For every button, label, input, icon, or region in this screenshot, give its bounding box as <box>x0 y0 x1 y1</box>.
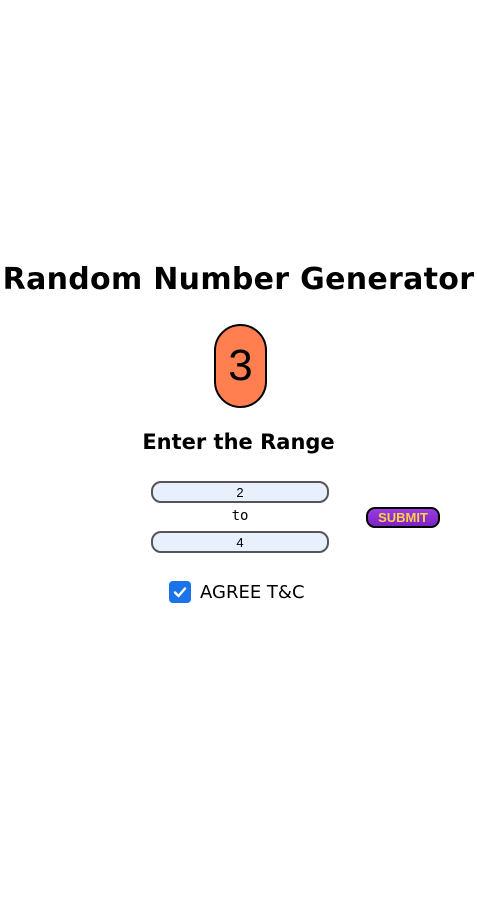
submit-button[interactable]: SUBMIT <box>366 507 440 528</box>
range-heading: Enter the Range <box>142 430 335 454</box>
range-separator-label: to <box>231 508 249 524</box>
page: Random Number Generator 3 Enter the Rang… <box>0 0 477 921</box>
checkmark-icon <box>173 587 187 598</box>
result-display: 3 <box>214 324 267 408</box>
agree-terms-row[interactable]: AGREE T&C <box>169 580 305 604</box>
min-range-input[interactable] <box>151 481 329 503</box>
max-range-input[interactable] <box>151 531 329 553</box>
agree-label: AGREE T&C <box>200 581 305 603</box>
page-title: Random Number Generator <box>2 262 475 297</box>
result-value: 3 <box>228 341 253 390</box>
agree-checkbox[interactable] <box>169 581 191 603</box>
